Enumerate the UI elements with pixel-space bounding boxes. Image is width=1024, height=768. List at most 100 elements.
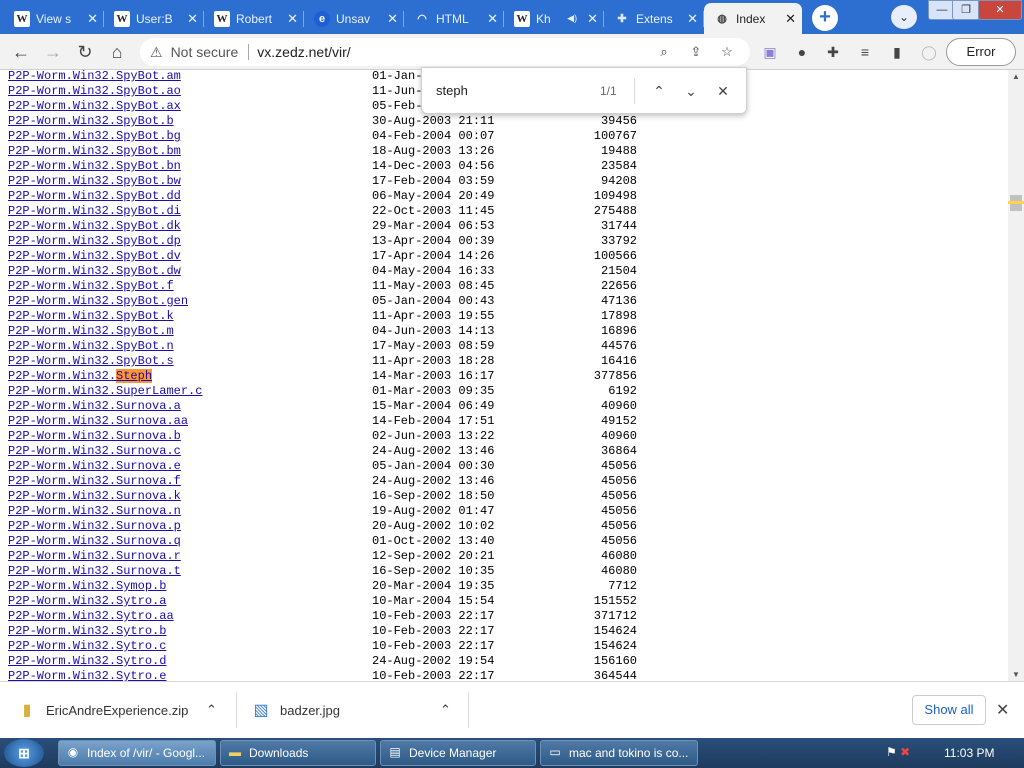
url-text[interactable]: vx.zedz.net/vir/: [257, 44, 350, 60]
file-link[interactable]: P2P-Worm.Win32.SpyBot.f: [8, 279, 174, 294]
file-link[interactable]: P2P-Worm.Win32.SpyBot.ax: [8, 99, 181, 114]
reload-button[interactable]: ↻: [72, 40, 98, 64]
system-tray[interactable]: ⚑ ✖: [886, 745, 910, 759]
flag-icon[interactable]: ⚑: [886, 745, 897, 759]
tab-2[interactable]: W User:B ✕: [104, 3, 204, 34]
extensions-puzzle-icon[interactable]: ✚: [823, 42, 843, 62]
file-link[interactable]: P2P-Worm.Win32.SuperLamer.c: [8, 384, 202, 399]
taskbar-item-device-manager[interactable]: ▤ Device Manager: [380, 740, 536, 766]
file-link[interactable]: P2P-Worm.Win32.SpyBot.bn: [8, 159, 181, 174]
close-tab-icon[interactable]: ✕: [785, 11, 796, 27]
close-icon[interactable]: ✕: [996, 700, 1009, 720]
file-link[interactable]: P2P-Worm.Win32.Sytro.aa: [8, 609, 174, 624]
file-link[interactable]: P2P-Worm.Win32.SpyBot.gen: [8, 294, 188, 309]
scroll-up-arrow-icon[interactable]: ▲: [1012, 72, 1020, 81]
file-link[interactable]: P2P-Worm.Win32.SpyBot.k: [8, 309, 174, 324]
file-link[interactable]: P2P-Worm.Win32.Sytro.e: [8, 669, 166, 681]
find-in-page-icon[interactable]: ⌕: [655, 44, 673, 60]
media-control-icon[interactable]: ≡: [855, 42, 875, 62]
file-link[interactable]: P2P-Worm.Win32.Surnova.r: [8, 549, 181, 564]
file-link[interactable]: P2P-Worm.Win32.Sytro.b: [8, 624, 166, 639]
file-link[interactable]: P2P-Worm.Win32.SpyBot.dv: [8, 249, 181, 264]
file-link[interactable]: P2P-Worm.Win32.SpyBot.dk: [8, 219, 181, 234]
file-link[interactable]: P2P-Worm.Win32.SpyBot.ao: [8, 84, 181, 99]
file-link[interactable]: P2P-Worm.Win32.Surnova.p: [8, 519, 181, 534]
tab-1[interactable]: W View s ✕: [4, 3, 104, 34]
scroll-down-arrow-icon[interactable]: ▼: [1012, 670, 1020, 679]
error-button[interactable]: Error: [946, 38, 1016, 66]
bookmark-star-icon[interactable]: ☆: [718, 44, 736, 60]
file-link[interactable]: P2P-Worm.Win32.SpyBot.am: [8, 70, 181, 84]
file-link[interactable]: P2P-Worm.Win32.SpyBot.bg: [8, 129, 181, 144]
vertical-scrollbar[interactable]: ▲ ▼: [1008, 70, 1024, 681]
close-tab-icon[interactable]: ✕: [87, 11, 98, 27]
file-link[interactable]: P2P-Worm.Win32.SpyBot.dp: [8, 234, 181, 249]
find-input[interactable]: steph: [436, 83, 468, 98]
side-panel-icon[interactable]: ▮: [887, 42, 907, 62]
file-link[interactable]: P2P-Worm.Win32.Surnova.b: [8, 429, 181, 444]
close-tab-icon[interactable]: ✕: [587, 11, 598, 27]
tab-8[interactable]: ◍ Index ✕: [704, 3, 802, 34]
file-link[interactable]: P2P-Worm.Win32.SpyBot.s: [8, 354, 174, 369]
start-button[interactable]: ⊞: [4, 739, 44, 767]
file-link[interactable]: P2P-Worm.Win32.SpyBot.dd: [8, 189, 181, 204]
clock[interactable]: 11:03 PM: [944, 746, 994, 760]
chevron-up-icon[interactable]: ⌃: [440, 694, 451, 726]
find-next-button[interactable]: ⌄: [680, 80, 702, 102]
chevron-up-icon[interactable]: ⌃: [206, 694, 217, 726]
warning-icon[interactable]: ⚠: [150, 44, 163, 61]
tab-4[interactable]: e Unsav ✕: [304, 3, 404, 34]
volume-muted-icon[interactable]: ✖: [900, 745, 910, 759]
file-link[interactable]: P2P-Worm.Win32.Symop.b: [8, 579, 166, 594]
back-button[interactable]: ←: [8, 40, 34, 64]
file-link[interactable]: P2P-Worm.Win32.Sytro.a: [8, 594, 166, 609]
file-link[interactable]: P2P-Worm.Win32.Surnova.f: [8, 474, 181, 489]
download-item[interactable]: ▮ EricAndreExperience.zip: [18, 694, 189, 726]
close-tab-icon[interactable]: ✕: [487, 11, 498, 27]
file-link[interactable]: P2P-Worm.Win32.SpyBot.bw: [8, 174, 181, 189]
file-link[interactable]: P2P-Worm.Win32.Surnova.aa: [8, 414, 188, 429]
close-tab-icon[interactable]: ✕: [387, 11, 398, 27]
file-link[interactable]: P2P-Worm.Win32.Surnova.e: [8, 459, 181, 474]
tab-search-button[interactable]: ⌄: [891, 5, 917, 29]
new-tab-button[interactable]: +: [812, 5, 838, 31]
avatar[interactable]: ◯: [919, 42, 939, 62]
file-link[interactable]: P2P-Worm.Win32.Surnova.n: [8, 504, 181, 519]
file-link[interactable]: P2P-Worm.Win32.Surnova.q: [8, 534, 181, 549]
address-bar[interactable]: ⚠ Not secure vx.zedz.net/vir/ ⌕ ⇪ ☆: [140, 38, 750, 66]
close-tab-icon[interactable]: ✕: [187, 11, 198, 27]
file-link[interactable]: P2P-Worm.Win32.SpyBot.bm: [8, 144, 181, 159]
profile-extension-icon[interactable]: ●: [792, 42, 812, 62]
find-close-button[interactable]: ✕: [712, 80, 734, 102]
tab-6[interactable]: W Kh ◀) ✕: [504, 3, 604, 34]
file-link[interactable]: P2P-Worm.Win32.Surnova.c: [8, 444, 181, 459]
file-link[interactable]: P2P-Worm.Win32.Surnova.k: [8, 489, 181, 504]
close-tab-icon[interactable]: ✕: [687, 11, 698, 27]
home-button[interactable]: ⌂: [104, 40, 130, 64]
taskbar-item-document[interactable]: ▭ mac and tokino is co...: [540, 740, 698, 766]
audio-playing-icon[interactable]: ◀): [567, 13, 577, 24]
close-window-button[interactable]: ✕: [978, 0, 1022, 20]
file-link[interactable]: P2P-Worm.Win32.Sytro.d: [8, 654, 166, 669]
find-previous-button[interactable]: ⌃: [648, 80, 670, 102]
tab-5[interactable]: ◠ HTML ✕: [404, 3, 504, 34]
file-link[interactable]: P2P-Worm.Win32.SpyBot.b: [8, 114, 174, 129]
taskbar-item-downloads[interactable]: ▬ Downloads: [220, 740, 376, 766]
file-link[interactable]: P2P-Worm.Win32.Sytro.c: [8, 639, 166, 654]
file-link[interactable]: P2P-Worm.Win32.Surnova.a: [8, 399, 181, 414]
extension-icon[interactable]: ▣: [760, 42, 780, 62]
file-link[interactable]: P2P-Worm.Win32.SpyBot.n: [8, 339, 174, 354]
tab-7[interactable]: ✚ Extens ✕: [604, 3, 704, 34]
tab-3[interactable]: W Robert ✕: [204, 3, 304, 34]
restore-button[interactable]: ❐: [952, 0, 980, 20]
close-tab-icon[interactable]: ✕: [287, 11, 298, 27]
file-link[interactable]: P2P-Worm.Win32.Steph: [8, 369, 153, 384]
file-link[interactable]: P2P-Worm.Win32.Surnova.t: [8, 564, 181, 579]
taskbar-item-chrome[interactable]: ◉ Index of /vir/ - Googl...: [58, 740, 216, 766]
forward-button[interactable]: →: [40, 40, 66, 64]
download-item[interactable]: ▧ badzer.jpg: [252, 694, 340, 726]
share-icon[interactable]: ⇪: [687, 44, 705, 60]
show-all-button[interactable]: Show all: [912, 695, 986, 725]
file-link[interactable]: P2P-Worm.Win32.SpyBot.di: [8, 204, 181, 219]
file-link[interactable]: P2P-Worm.Win32.SpyBot.dw: [8, 264, 181, 279]
